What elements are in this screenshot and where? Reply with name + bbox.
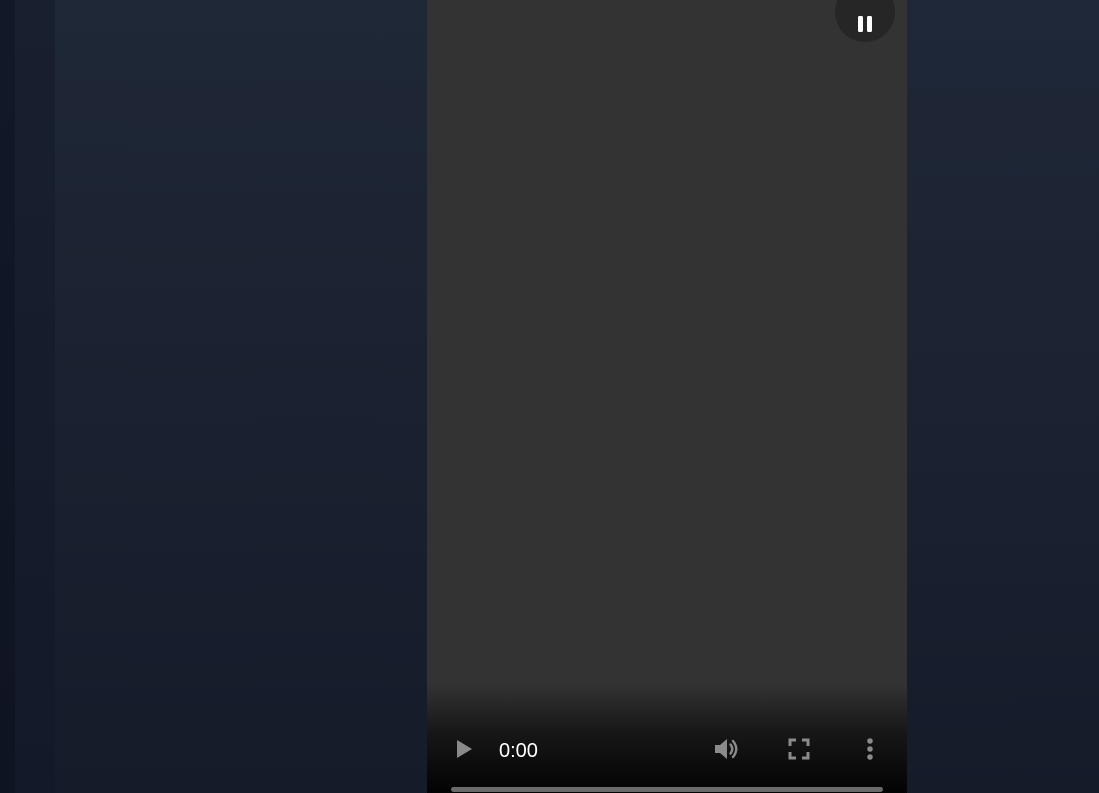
more-options-button[interactable]	[860, 737, 880, 765]
fullscreen-icon	[788, 738, 810, 765]
more-options-icon	[866, 737, 874, 766]
fullscreen-button[interactable]	[785, 737, 813, 765]
left-panel	[55, 0, 427, 793]
play-button[interactable]	[451, 738, 477, 764]
left-rail	[15, 0, 55, 793]
pause-icon	[857, 15, 873, 33]
left-edge-strip	[0, 0, 15, 793]
play-icon	[454, 738, 474, 765]
right-panel	[907, 0, 1099, 793]
timeline-scrubber[interactable]	[451, 787, 883, 792]
time-display: 0:00	[499, 740, 538, 762]
volume-icon	[713, 736, 741, 767]
video-player[interactable]: 0:00	[427, 0, 907, 793]
volume-button[interactable]	[712, 736, 742, 766]
